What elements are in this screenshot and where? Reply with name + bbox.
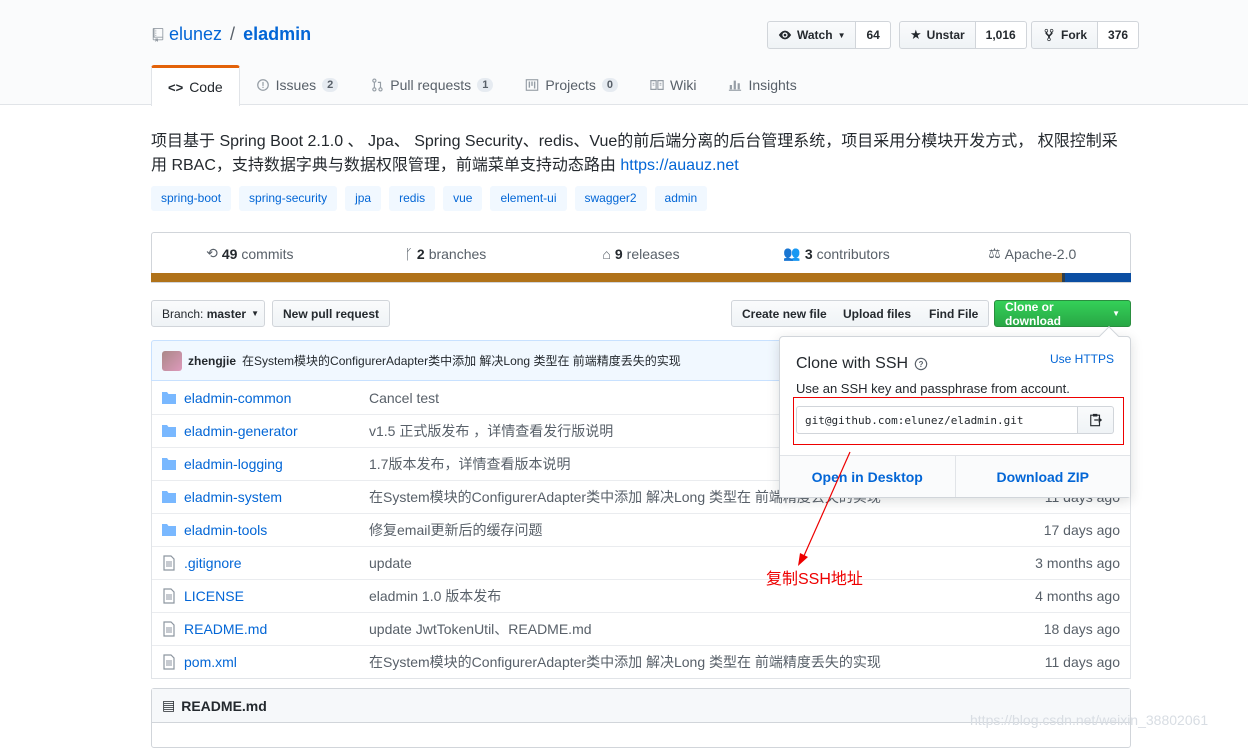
annotation-label: 复制SSH地址 bbox=[766, 571, 863, 588]
annotation-arrow bbox=[798, 451, 851, 566]
watermark: https://blog.csdn.net/weixin_38802061 bbox=[970, 712, 1209, 728]
